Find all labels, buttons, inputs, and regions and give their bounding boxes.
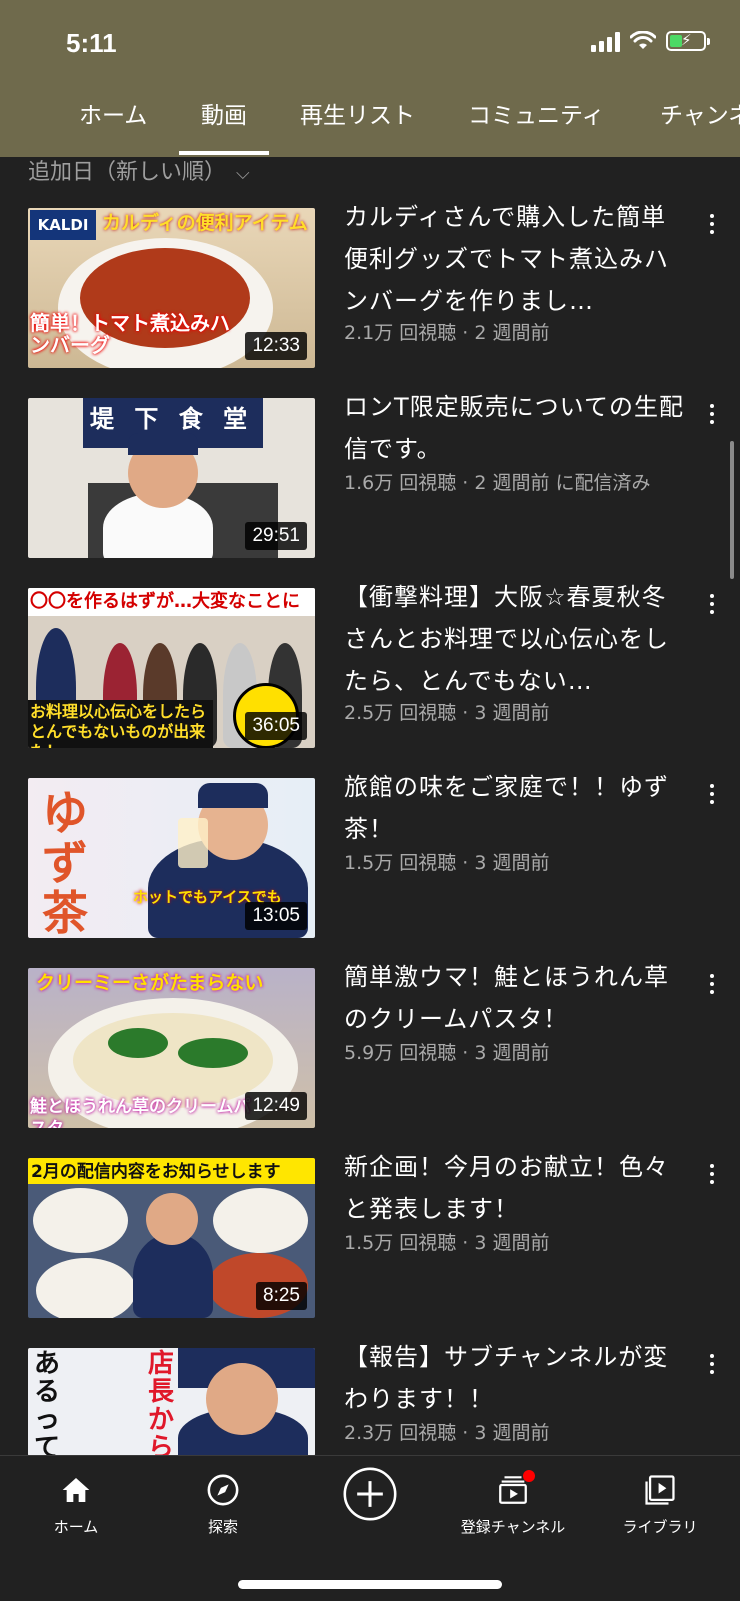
video-meta: 2.5万 回視聴 · 3 週間前: [344, 702, 550, 724]
video-duration: 13:05: [245, 902, 307, 930]
nav-library[interactable]: ライブラリ: [600, 1470, 720, 1537]
nav-label: 登録チャンネル: [460, 1518, 566, 1536]
library-icon: [645, 1475, 675, 1505]
home-icon: [62, 1478, 90, 1502]
battery-icon: ⚡: [666, 31, 710, 51]
sort-dropdown[interactable]: 追加日（新しい順） ⌵: [28, 154, 250, 186]
video-meta: 1.5万 回視聴 · 3 週間前: [344, 1232, 550, 1254]
chevron-down-icon: ⌵: [236, 163, 250, 184]
thumb-caption: お料理以心伝心をしたらとんでもないものが出来た！: [30, 702, 207, 748]
thumb-caption: 堤 下 食 堂: [90, 405, 254, 433]
video-title[interactable]: ロンT限定販売についての生配信です。: [344, 386, 689, 470]
nav-label: ホーム: [53, 1518, 99, 1536]
nav-label: 探索: [207, 1518, 238, 1536]
more-options-icon[interactable]: [700, 590, 724, 634]
video-item[interactable]: ゆず茶 ホットでもアイスでも 13:05 旅館の味をご家庭で！！ゆず茶！ 1.5…: [0, 773, 740, 938]
video-thumbnail[interactable]: ゆず茶 ホットでもアイスでも 13:05: [28, 778, 315, 938]
video-item[interactable]: クリーミーさがたまらない 鮭とほうれん草のクリームパスタ 12:49 簡単激ウマ…: [0, 963, 740, 1128]
tab-playlists[interactable]: 再生リスト: [300, 96, 415, 156]
sort-label: 追加日（新しい順）: [28, 160, 227, 185]
kaldi-logo: KALDI: [30, 210, 96, 240]
video-title[interactable]: 【報告】サブチャンネルが変わります！！: [344, 1336, 689, 1420]
thumb-caption: 簡単！トマト煮込みハンバーグ: [30, 311, 230, 357]
video-meta: 2.1万 回視聴 · 2 週間前: [344, 322, 550, 344]
video-title[interactable]: 簡単激ウマ！鮭とほうれん草のクリームパスタ！: [344, 956, 689, 1040]
more-options-icon[interactable]: [700, 970, 724, 1014]
create-icon: [343, 1467, 397, 1521]
tab-community[interactable]: コミュニティ: [468, 96, 605, 156]
thumb-caption: 2月の配信内容をお知らせします: [31, 1162, 281, 1182]
video-title[interactable]: 旅館の味をご家庭で！！ゆず茶！: [344, 766, 689, 850]
video-meta: 5.9万 回視聴 · 3 週間前: [344, 1042, 550, 1064]
video-meta: 1.5万 回視聴 · 3 週間前: [344, 852, 550, 874]
video-meta: 2.3万 回視聴 · 3 週間前: [344, 1422, 550, 1444]
thumb-caption: あるって: [34, 1349, 61, 1456]
more-options-icon[interactable]: [700, 780, 724, 824]
video-item[interactable]: KALDI カルディの便利アイテム 簡単！トマト煮込みハンバーグ 12:33 カ…: [0, 203, 740, 368]
nav-home[interactable]: ホーム: [16, 1470, 136, 1537]
home-indicator: [238, 1580, 502, 1589]
video-duration: 36:05: [245, 712, 307, 740]
video-title[interactable]: 新企画！今月のお献立！色々と発表します！: [344, 1146, 689, 1230]
video-thumbnail[interactable]: 堤 下 食 堂 29:51: [28, 398, 315, 558]
thumb-caption: 〇〇を作るはずが…大変なことに: [30, 591, 300, 612]
more-options-icon[interactable]: [700, 400, 724, 444]
video-thumbnail[interactable]: KALDI カルディの便利アイテム 簡単！トマト煮込みハンバーグ 12:33: [28, 208, 315, 368]
more-options-icon[interactable]: [700, 210, 724, 254]
thumb-caption: 店長からお知らせ: [148, 1349, 175, 1456]
video-meta: 1.6万 回視聴 · 2 週間前 に配信済み: [344, 472, 651, 494]
video-item[interactable]: 堤 下 食 堂 29:51 ロンT限定販売についての生配信です。 1.6万 回視…: [0, 393, 740, 558]
tab-channels[interactable]: チャンネ: [660, 96, 740, 156]
video-title[interactable]: カルディさんで購入した簡単便利グッズでトマト煮込みハンバーグを作りまし…: [344, 196, 689, 322]
nav-subscriptions[interactable]: 登録チャンネル: [453, 1470, 573, 1537]
video-item[interactable]: 〇〇を作るはずが…大変なことに お料理以心伝心をしたらとんでもないものが出来た！…: [0, 583, 740, 748]
video-item[interactable]: 2月の配信内容をお知らせします 8:25 新企画！今月のお献立！色々と発表します…: [0, 1153, 740, 1318]
thumb-caption: ゆず茶: [42, 786, 88, 938]
video-item[interactable]: 店長からお知らせ あるって 【報告】サブチャンネルが変わります！！ 2.3万 回…: [0, 1343, 740, 1456]
explore-icon: [207, 1474, 239, 1506]
wifi-icon: [630, 31, 656, 49]
nav-create[interactable]: [310, 1464, 430, 1524]
video-thumbnail[interactable]: 〇〇を作るはずが…大変なことに お料理以心伝心をしたらとんでもないものが出来た！…: [28, 588, 315, 748]
tab-home[interactable]: ホーム: [79, 96, 147, 156]
more-options-icon[interactable]: [700, 1350, 724, 1394]
video-thumbnail[interactable]: クリーミーさがたまらない 鮭とほうれん草のクリームパスタ 12:49: [28, 968, 315, 1128]
video-thumbnail[interactable]: 店長からお知らせ あるって: [28, 1348, 315, 1456]
signal-icon: [591, 30, 620, 52]
video-title[interactable]: 【衝撃料理】大阪☆春夏秋冬さんとお料理で以心伝心をしたら、とんでもない…: [344, 576, 689, 702]
more-options-icon[interactable]: [700, 1160, 724, 1204]
thumb-caption: カルディの便利アイテム: [102, 212, 308, 234]
tab-videos[interactable]: 動画: [179, 96, 269, 156]
video-duration: 8:25: [256, 1282, 307, 1310]
status-icons: ⚡: [591, 30, 710, 52]
notification-dot: [523, 1470, 535, 1482]
video-duration: 29:51: [245, 522, 307, 550]
scrollbar[interactable]: [730, 441, 734, 579]
channel-header: 5:11 ⚡ ホーム 動画 再生リスト コミュニティ チャンネ: [0, 0, 740, 157]
video-duration: 12:33: [245, 332, 307, 360]
thumb-caption: 鮭とほうれん草のクリームパスタ: [30, 1097, 251, 1128]
thumb-caption: クリーミーさがたまらない: [36, 972, 264, 994]
nav-label: ライブラリ: [622, 1518, 698, 1536]
video-duration: 12:49: [245, 1092, 307, 1120]
status-time: 5:11: [66, 28, 117, 58]
channel-tabs: ホーム 動画 再生リスト コミュニティ チャンネ: [0, 96, 740, 156]
nav-explore[interactable]: 探索: [163, 1470, 283, 1537]
video-thumbnail[interactable]: 2月の配信内容をお知らせします 8:25: [28, 1158, 315, 1318]
